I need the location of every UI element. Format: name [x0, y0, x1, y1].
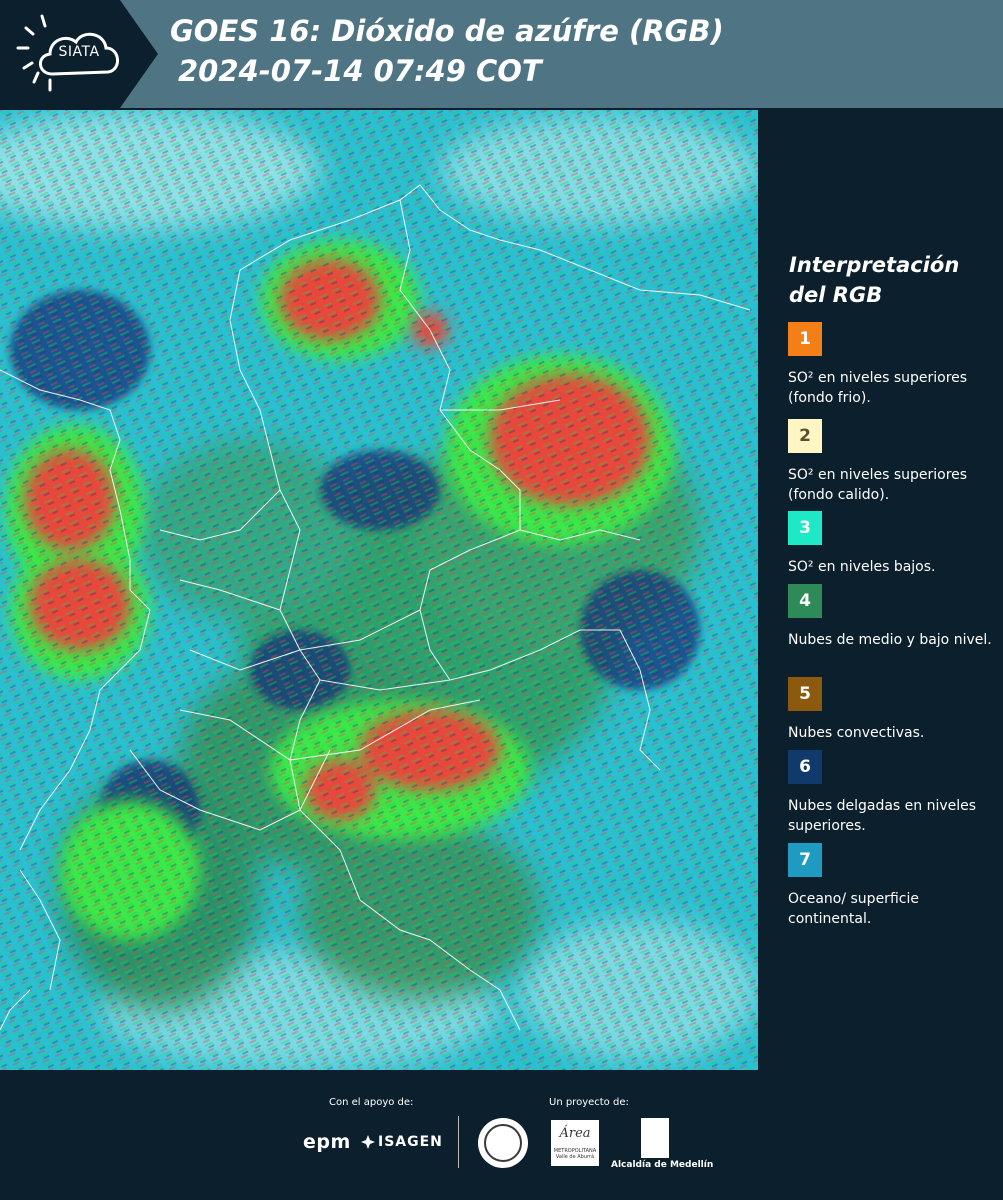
- siata-logo-text: SIATA: [58, 44, 100, 60]
- legend-item-6: 6 Nubes delgadas en niveles superiores.: [788, 750, 998, 836]
- siata-logo[interactable]: SIATA: [0, 0, 158, 108]
- legend-text-5: Nubes convectivas.: [788, 725, 925, 741]
- legend-text-6: Nubes delgadas en niveles superiores.: [788, 798, 977, 834]
- legend-item-7: 7 Oceano/ superficie continental.: [788, 843, 998, 929]
- legend-swatch-5: 5: [788, 677, 822, 711]
- isagen-logo[interactable]: ISAGEN: [378, 1134, 443, 1150]
- legend-item-3: 3 SO² en niveles bajos.: [788, 511, 998, 577]
- legend-title: Interpretación del RGB: [789, 253, 960, 307]
- support-label: Con el apoyo de:: [329, 1097, 414, 1108]
- legend-swatch-4: 4: [788, 584, 822, 618]
- legend-text-1: SO² en niveles superiores (fondo frio).: [788, 370, 968, 406]
- legend-text-2: SO² en niveles superiores (fondo calido)…: [788, 467, 968, 503]
- footer-divider: [458, 1116, 459, 1168]
- footer: Con el apoyo de: Un proyecto de: epm ISA…: [0, 1070, 1003, 1200]
- alcaldia-crest-icon[interactable]: [641, 1118, 669, 1158]
- legend-swatch-3: 3: [788, 511, 822, 545]
- project-label: Un proyecto de:: [549, 1097, 629, 1108]
- satellite-map: [0, 110, 758, 1070]
- area-logo-text: Área: [559, 1126, 591, 1141]
- legend-text-3: SO² en niveles bajos.: [788, 559, 936, 575]
- legend-panel: Interpretación del RGB 1 SO² en niveles …: [760, 110, 1003, 1070]
- legend-text-7: Oceano/ superficie continental.: [788, 891, 919, 927]
- page-timestamp: 2024-07-14 07:49 COT: [178, 54, 542, 88]
- satellite-image: [0, 110, 758, 1070]
- legend-swatch-1: 1: [788, 322, 822, 356]
- legend-item-4: 4 Nubes de medio y bajo nivel.: [788, 584, 998, 650]
- isagen-mark-icon: [361, 1135, 375, 1149]
- page-title: GOES 16: Dióxido de azúfre (RGB): [170, 14, 724, 48]
- legend-item-1: 1 SO² en niveles superiores (fondo frio)…: [788, 322, 998, 408]
- area-logo-subtext: METROPOLITANA Valle de Aburrá: [553, 1148, 597, 1160]
- legend-item-2: 2 SO² en niveles superiores (fondo calid…: [788, 419, 998, 505]
- medellin-seal-icon[interactable]: [478, 1118, 528, 1168]
- header-bar: SIATA GOES 16: Dióxido de azúfre (RGB) 2…: [0, 0, 1003, 108]
- legend-text-4: Nubes de medio y bajo nivel.: [788, 632, 992, 648]
- legend-swatch-7: 7: [788, 843, 822, 877]
- area-metropolitana-logo[interactable]: Área METROPOLITANA Valle de Aburrá: [551, 1120, 599, 1166]
- alcaldia-logo-text: Alcaldía de Medellín: [611, 1160, 714, 1170]
- legend-swatch-6: 6: [788, 750, 822, 784]
- seal-ring: [484, 1124, 522, 1162]
- legend-swatch-2: 2: [788, 419, 822, 453]
- epm-logo[interactable]: epm: [303, 1131, 351, 1153]
- legend-item-5: 5 Nubes convectivas.: [788, 677, 998, 743]
